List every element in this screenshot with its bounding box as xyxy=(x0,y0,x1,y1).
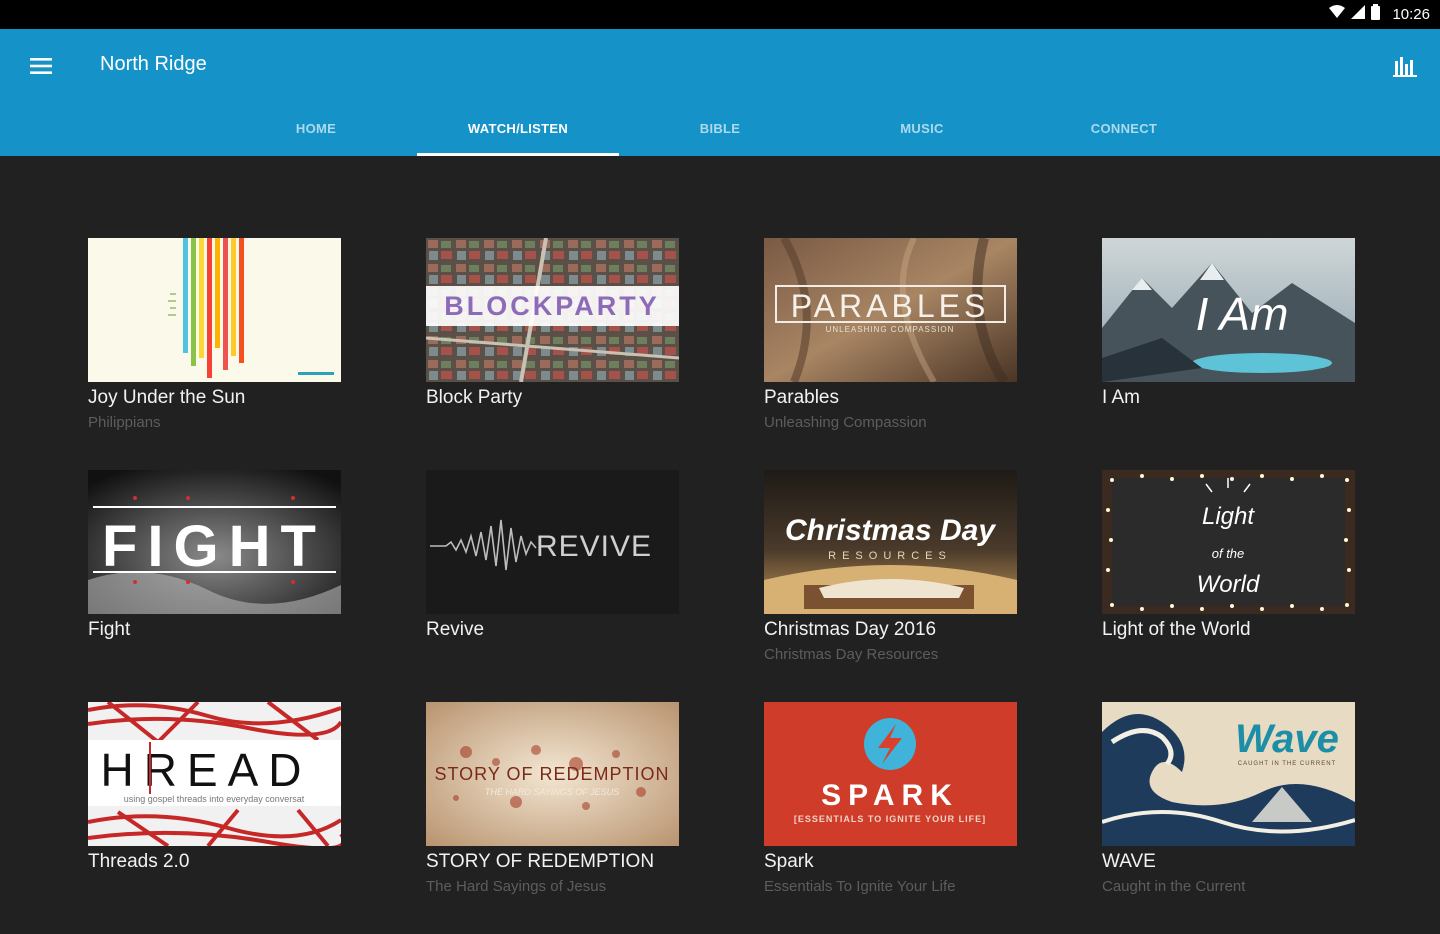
thumb-text: HREAD xyxy=(100,744,311,796)
thumb-text: REVIVE xyxy=(536,530,652,563)
thumb-text: Wave xyxy=(1235,717,1339,761)
series-card[interactable]: HREAD using gospel threads into everyday… xyxy=(88,702,341,934)
series-subtitle: Christmas Day Resources xyxy=(764,646,939,663)
series-card[interactable]: Wave CAUGHT IN THE CURRENT WAVE Caught i… xyxy=(1102,702,1355,934)
series-title: Fight xyxy=(88,619,131,640)
series-card[interactable]: I Am I Am xyxy=(1102,238,1355,470)
series-title: STORY OF REDEMPTION xyxy=(426,851,655,872)
series-thumbnail: PARABLES UNLEASHING COMPASSION xyxy=(764,238,1017,382)
series-grid: Joy Under the Sun Philippians BLOCKPARTY… xyxy=(88,238,1355,934)
tab-home[interactable]: HOME xyxy=(215,101,417,156)
series-title: Revive xyxy=(426,619,485,640)
series-title: WAVE xyxy=(1102,851,1156,872)
series-thumbnail: I Am xyxy=(1102,238,1355,382)
series-thumbnail: Light of the World xyxy=(1102,470,1355,614)
status-bar: 10:26 xyxy=(0,0,1440,29)
series-title: Spark xyxy=(764,851,814,872)
thumb-subtext: THE HARD SAYINGS OF JESUS xyxy=(485,787,619,797)
menu-button[interactable] xyxy=(26,51,56,81)
series-title: Christmas Day 2016 xyxy=(764,619,937,640)
series-title: Parables xyxy=(764,387,839,408)
status-time: 10:26 xyxy=(1392,6,1430,23)
series-card[interactable]: Joy Under the Sun Philippians xyxy=(88,238,341,470)
series-card[interactable]: REVIVE Revive xyxy=(426,470,679,702)
thumb-subtext: UNLEASHING COMPASSION xyxy=(826,325,955,334)
series-title: Light of the World xyxy=(1102,619,1251,640)
thumb-subtext: using gospel threads into everyday conve… xyxy=(124,794,305,804)
series-card[interactable]: STORY OF REDEMPTION THE HARD SAYINGS OF … xyxy=(426,702,679,934)
thumb-subtext: CAUGHT IN THE CURRENT xyxy=(1238,761,1336,767)
series-thumbnail: STORY OF REDEMPTION THE HARD SAYINGS OF … xyxy=(426,702,679,846)
menu-icon xyxy=(30,58,52,74)
series-subtitle: Essentials To Ignite Your Life xyxy=(764,878,956,895)
series-card[interactable]: FIGHT Fight xyxy=(88,470,341,702)
thumb-text: FIGHT xyxy=(102,514,326,579)
series-thumbnail: SPARK [ESSENTIALS TO IGNITE YOUR LIFE] xyxy=(764,702,1017,846)
battery-icon xyxy=(1371,4,1381,25)
thumb-text: PARABLES xyxy=(791,288,990,324)
tab-watch-listen[interactable]: WATCH/LISTEN xyxy=(417,101,619,156)
thumb-text: SPARK xyxy=(821,779,959,812)
app-title: North Ridge xyxy=(100,53,207,75)
tab-bar: HOME WATCH/LISTEN BIBLE MUSIC CONNECT xyxy=(215,101,1225,156)
tab-music[interactable]: MUSIC xyxy=(821,101,1023,156)
series-card[interactable]: SPARK [ESSENTIALS TO IGNITE YOUR LIFE] S… xyxy=(764,702,1017,934)
thumb-text: Christmas Day xyxy=(785,514,996,547)
series-thumbnail: BLOCKPARTY xyxy=(426,238,679,382)
thumb-subtext-2: World xyxy=(1197,571,1260,598)
status-icons: 10:26 xyxy=(1329,4,1430,25)
series-thumbnail: Wave CAUGHT IN THE CURRENT xyxy=(1102,702,1355,846)
series-title: Threads 2.0 xyxy=(88,851,190,872)
series-card[interactable]: Christmas Day RESOURCES Christmas Day 20… xyxy=(764,470,1017,702)
series-thumbnail xyxy=(88,238,341,382)
stats-button[interactable] xyxy=(1390,51,1420,81)
series-thumbnail: Christmas Day RESOURCES xyxy=(764,470,1017,614)
series-thumbnail: FIGHT xyxy=(88,470,341,614)
app-bar: North Ridge HOME WATCH/LISTEN BIBLE MUSI… xyxy=(0,29,1440,156)
signal-icon xyxy=(1351,5,1366,24)
tab-bible[interactable]: BIBLE xyxy=(619,101,821,156)
series-subtitle: Philippians xyxy=(88,414,161,431)
series-title: Block Party xyxy=(426,387,523,408)
series-title: I Am xyxy=(1102,387,1141,408)
thumb-text: I Am xyxy=(1196,288,1289,340)
series-thumbnail: REVIVE xyxy=(426,470,679,614)
series-card[interactable]: BLOCKPARTY Block Party xyxy=(426,238,679,470)
thumb-subtext: RESOURCES xyxy=(828,550,952,562)
series-subtitle: The Hard Sayings of Jesus xyxy=(426,878,607,895)
series-card[interactable]: PARABLES UNLEASHING COMPASSION Parables … xyxy=(764,238,1017,470)
bar-chart-icon xyxy=(1393,57,1417,77)
wifi-icon xyxy=(1329,5,1346,24)
series-card[interactable]: Light of the World Light of the World xyxy=(1102,470,1355,702)
thumb-text: Light xyxy=(1202,503,1255,530)
thumb-text: BLOCKPARTY xyxy=(444,291,660,321)
series-subtitle: Caught in the Current xyxy=(1102,878,1246,895)
thumb-subtext: of the xyxy=(1212,546,1245,561)
series-title: Joy Under the Sun xyxy=(88,387,246,408)
series-thumbnail: HREAD using gospel threads into everyday… xyxy=(88,702,341,846)
series-subtitle: Unleashing Compassion xyxy=(764,414,927,431)
tab-connect[interactable]: CONNECT xyxy=(1023,101,1225,156)
thumb-text: STORY OF REDEMPTION xyxy=(434,764,669,784)
thumb-subtext: [ESSENTIALS TO IGNITE YOUR LIFE] xyxy=(794,814,986,824)
